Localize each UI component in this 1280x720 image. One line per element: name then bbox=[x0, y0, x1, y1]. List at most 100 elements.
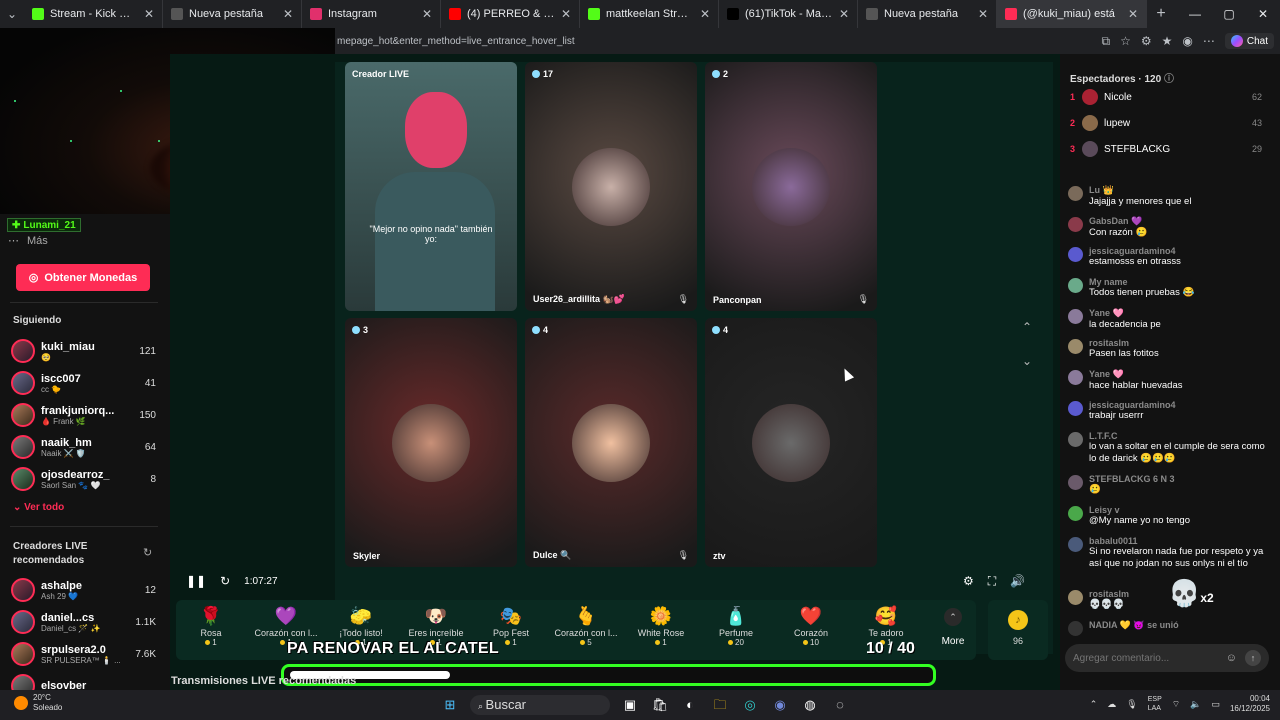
edge-icon[interactable]: ◎ bbox=[740, 695, 760, 715]
channel-list-item[interactable]: srpulsera2.0 SR PULSERA™ 🕯️ ... 7.6K bbox=[11, 639, 156, 669]
onedrive-icon[interactable]: ☁ bbox=[1107, 699, 1116, 710]
profile-icon[interactable]: ◉ bbox=[1182, 34, 1192, 48]
chat-username[interactable]: Yane 🩷 bbox=[1089, 308, 1268, 319]
gift-item[interactable]: 🌹 Rosa 1 bbox=[176, 604, 246, 647]
guest-tile[interactable]: Creador LIVE "Mejor no opino nada" tambié… bbox=[345, 62, 517, 311]
gift-item[interactable]: 🫰 Corazón con l... 5 bbox=[551, 604, 621, 647]
close-tab-icon[interactable]: ✕ bbox=[978, 7, 988, 21]
browser-tab[interactable]: Nueva pestaña ✕ bbox=[163, 0, 302, 28]
comment-input[interactable] bbox=[1073, 652, 1226, 664]
chat-username[interactable]: GabsDan 💜 bbox=[1089, 216, 1268, 227]
channel-list-item[interactable]: naaik_hm Naaik ⚔️ 🛡️ 64 bbox=[11, 432, 156, 462]
copilot-chat-button[interactable]: Chat bbox=[1224, 33, 1274, 49]
clock[interactable]: 00:04 16/12/2025 bbox=[1230, 694, 1270, 714]
wifi-icon[interactable]: ⌔ bbox=[1172, 699, 1180, 710]
close-tab-icon[interactable]: ✕ bbox=[561, 7, 571, 21]
chat-username[interactable]: NADIA 💛 😈 se unió bbox=[1089, 620, 1268, 631]
info-icon[interactable]: ⓘ bbox=[1164, 74, 1174, 85]
next-live-icon[interactable]: ⌄ bbox=[1022, 354, 1032, 368]
store-icon[interactable]: 🛍 bbox=[650, 695, 670, 715]
guest-tile[interactable]: 17 User26_ardillita 🐿️💕 🎙 bbox=[525, 62, 697, 311]
chat-username[interactable]: jessicaguardamino4 bbox=[1089, 400, 1268, 410]
channel-list-item[interactable]: frankjuniorq... 🩸 Frank 🌿 150 bbox=[11, 400, 156, 430]
chat-username[interactable]: Lu 👑 bbox=[1089, 185, 1268, 196]
chat-username[interactable]: rositaslm bbox=[1089, 338, 1268, 348]
volume-icon[interactable]: 🔊 bbox=[1010, 574, 1025, 589]
gift-item[interactable]: 🧴 Perfume 20 bbox=[701, 604, 771, 647]
guest-tile[interactable]: 4 Dulce 🔍 🎙 bbox=[525, 318, 697, 567]
get-coins-button[interactable]: ◎ Obtener Monedas bbox=[16, 264, 150, 291]
url-field[interactable]: mepage_hot&enter_method=live_entrance_ho… bbox=[335, 36, 1102, 47]
chat-username[interactable]: L.T.F.C bbox=[1089, 431, 1268, 441]
browser-tab[interactable]: mattkeelan Stream - Watch ✕ bbox=[580, 0, 719, 28]
close-tab-icon[interactable]: ✕ bbox=[144, 7, 154, 21]
speaker-icon[interactable]: 🔈 bbox=[1190, 699, 1201, 710]
windows-start-icon[interactable]: ⊞ bbox=[440, 695, 460, 715]
reload-icon[interactable]: ↻ bbox=[220, 574, 230, 588]
see-all-link[interactable]: ⌄ Ver todo bbox=[13, 502, 64, 513]
gift-item[interactable]: ❤️ Corazón 10 bbox=[776, 604, 846, 647]
guest-tile[interactable]: 2 Panconpan 🎙 bbox=[705, 62, 877, 311]
maximize-icon[interactable]: ▢ bbox=[1212, 0, 1246, 28]
language-indicator[interactable]: ESP LAA bbox=[1148, 695, 1162, 713]
browser-tab[interactable]: (@kuki_miau) está ✕ bbox=[997, 0, 1147, 28]
discord-icon[interactable]: ◉ bbox=[770, 695, 790, 715]
file-explorer-icon[interactable]: 🗀 bbox=[710, 695, 730, 715]
close-tab-icon[interactable]: ✕ bbox=[700, 7, 710, 21]
extensions-icon[interactable]: ⚙ bbox=[1141, 34, 1152, 48]
browser-tab[interactable]: Nueva pestaña ✕ bbox=[858, 0, 997, 28]
guest-tile[interactable]: 3 Skyler bbox=[345, 318, 517, 567]
more-gifts-button[interactable]: ⌃ More bbox=[935, 608, 971, 647]
more-menu[interactable]: ⋯ Más bbox=[8, 234, 48, 248]
new-tab-icon[interactable]: + bbox=[1147, 5, 1175, 23]
mic-icon[interactable]: 🎙 bbox=[1126, 699, 1137, 710]
xbox-icon[interactable]: ◍ bbox=[800, 695, 820, 715]
close-tab-icon[interactable]: ✕ bbox=[422, 7, 432, 21]
close-window-icon[interactable]: ✕ bbox=[1246, 0, 1280, 28]
coin-balance[interactable]: ♪ 96 bbox=[988, 600, 1048, 660]
chat-username[interactable]: STEFBLACKG 6 N 3 bbox=[1089, 474, 1268, 484]
settings-icon[interactable]: ⚙ bbox=[963, 574, 974, 589]
obs-icon[interactable]: ◌ bbox=[830, 695, 850, 715]
sidebar-toggle-icon[interactable]: ⌄ bbox=[0, 7, 24, 21]
channel-list-item[interactable]: daniel...cs Daniel_cs 🪄 ✨ 1.1K bbox=[11, 607, 156, 637]
send-icon[interactable]: ↑ bbox=[1245, 650, 1261, 666]
browser-tab[interactable]: Instagram ✕ bbox=[302, 0, 441, 28]
weather-widget[interactable]: 20°C Soleado bbox=[14, 693, 62, 713]
gift-item[interactable]: 🌼 White Rose 1 bbox=[626, 604, 696, 647]
channel-list-item[interactable]: ashalpe Ash 29 💙 12 bbox=[11, 575, 156, 605]
browser-tab[interactable]: (4) PERREO & REGGAETON ✕ bbox=[441, 0, 580, 28]
chat-username[interactable]: babalu0011 bbox=[1089, 536, 1268, 546]
tray-expand-icon[interactable]: ⌃ bbox=[1090, 699, 1098, 710]
chat-username[interactable]: My name bbox=[1089, 277, 1268, 287]
copilot-app-icon[interactable]: ◐ bbox=[680, 695, 700, 715]
favorites-icon[interactable]: ★ bbox=[1162, 34, 1173, 48]
fullscreen-icon[interactable]: ⛶ bbox=[988, 574, 996, 589]
refresh-icon[interactable]: ↻ bbox=[143, 546, 152, 559]
favorite-star-icon[interactable]: ☆ bbox=[1120, 34, 1131, 48]
minimize-icon[interactable]: — bbox=[1178, 0, 1212, 28]
top-viewer-row[interactable]: 1 Nicole 62 bbox=[1070, 88, 1262, 106]
chat-username[interactable]: jessicaguardamino4 bbox=[1089, 246, 1268, 256]
menu-dots-icon[interactable]: ⋯ bbox=[1203, 34, 1215, 48]
taskbar-search[interactable]: ⌕ Buscar bbox=[470, 695, 610, 715]
emoji-icon[interactable]: ☺ bbox=[1226, 652, 1237, 664]
close-tab-icon[interactable]: ✕ bbox=[283, 7, 293, 21]
browser-tab[interactable]: (61)TikTok - Make Your Day ✕ bbox=[719, 0, 858, 28]
guest-tile[interactable]: 4 ztv bbox=[705, 318, 877, 567]
top-viewer-row[interactable]: 2 lupew 43 bbox=[1070, 114, 1262, 132]
chat-username[interactable]: Leisy v bbox=[1089, 505, 1268, 515]
task-view-icon[interactable]: ▣ bbox=[620, 695, 640, 715]
chat-username[interactable]: Yane 🩷 bbox=[1089, 369, 1268, 380]
battery-icon[interactable]: ▭ bbox=[1211, 699, 1220, 710]
channel-list-item[interactable]: ojosdearroz_ Saorl San 🐾 🤍 8 bbox=[11, 464, 156, 494]
close-tab-icon[interactable]: ✕ bbox=[839, 7, 849, 21]
top-viewer-row[interactable]: 3 STEFBLACKG 29 bbox=[1070, 140, 1262, 158]
pause-icon[interactable]: ❚❚ bbox=[186, 574, 206, 588]
channel-list-item[interactable]: iscc007 cc 🐤 41 bbox=[11, 368, 156, 398]
close-tab-icon[interactable]: ✕ bbox=[1128, 7, 1138, 21]
open-external-icon[interactable]: ⧉ bbox=[1102, 34, 1111, 49]
previous-live-icon[interactable]: ⌃ bbox=[1022, 320, 1032, 334]
channel-list-item[interactable]: kuki_miau 🥺 121 bbox=[11, 336, 156, 366]
browser-tab[interactable]: Stream - Kick Dashboard ✕ bbox=[24, 0, 163, 28]
